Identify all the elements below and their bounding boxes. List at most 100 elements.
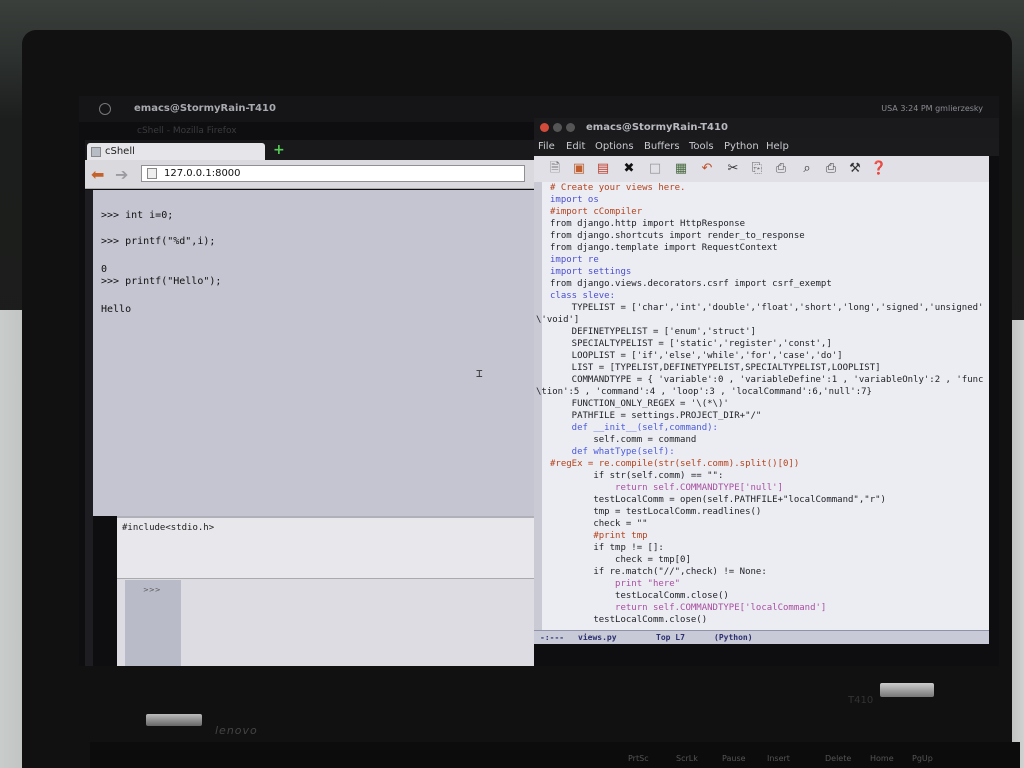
system-tray[interactable]: USA 3:24 PM gmlierzesky — [881, 104, 983, 113]
code-line: class sleve: — [550, 291, 616, 301]
code-line: import os — [550, 195, 599, 205]
code-line: import re — [550, 255, 599, 265]
hinge-right — [880, 683, 934, 697]
key-pause: Pause — [722, 754, 746, 763]
search-icon[interactable]: ⌕ — [798, 160, 816, 178]
code-line: #import cCompiler — [550, 207, 643, 217]
hinge-left — [146, 714, 202, 726]
help-icon[interactable]: ❓ — [870, 160, 888, 178]
code-line: print "here" — [550, 579, 681, 589]
open-dir-icon[interactable]: ▤ — [594, 160, 612, 178]
forward-arrow-icon[interactable]: ➔ — [115, 165, 128, 184]
key-pgup: PgUp — [912, 754, 933, 763]
preferences-icon[interactable]: ⚒ — [846, 160, 864, 178]
page-favicon-icon — [91, 147, 101, 157]
output-line: >>> printf("%d",i); — [101, 236, 216, 247]
minimize-window-icon[interactable] — [553, 123, 562, 132]
code-line: check = tmp[0] — [550, 555, 691, 565]
key-scrlk: ScrLk — [676, 754, 698, 763]
system-menu-icon[interactable] — [99, 103, 111, 115]
code-line: testLocalComm.close() — [550, 615, 708, 625]
code-line: \tion':5 , 'command':4 , 'loop':3 , 'loc… — [536, 387, 872, 397]
undo-icon[interactable]: ↶ — [698, 160, 716, 178]
tab-cshell[interactable]: cShell — [87, 143, 265, 160]
modeline-position: Top L7 — [656, 633, 685, 642]
key-prtsc: PrtSc — [628, 754, 649, 763]
emacs-window: emacs@StormyRain-T410 File Edit Options … — [534, 118, 999, 666]
tab-label: cShell — [105, 146, 135, 157]
scrollbar[interactable] — [534, 182, 542, 630]
code-line: check = "" — [550, 519, 648, 529]
key-insert: Insert — [767, 754, 790, 763]
menu-buffers[interactable]: Buffers — [644, 141, 680, 152]
modeline-buffer[interactable]: views.py — [578, 633, 617, 642]
back-arrow-icon[interactable]: ⬅ — [91, 165, 104, 184]
code-line: return self.COMMANDTYPE['null'] — [550, 483, 783, 493]
shell-output-area: >>> int i=0; >>> printf("%d",i); 0 >>> p… — [93, 190, 534, 516]
code-line: testLocalComm = open(self.PATHFILE+"loca… — [550, 495, 886, 505]
code-line: DEFINETYPELIST = ['enum','struct'] — [550, 327, 756, 337]
code-line: import settings — [550, 267, 632, 277]
new-file-icon[interactable]: 🗎 — [546, 160, 564, 178]
code-line: from django.template import RequestConte… — [550, 243, 778, 253]
save-icon[interactable]: □ — [646, 160, 664, 178]
menu-edit[interactable]: Edit — [566, 141, 585, 152]
code-line: SPECIALTYPELIST = ['static','register','… — [550, 339, 832, 349]
close-icon[interactable]: ✖ — [620, 160, 638, 178]
modeline-mode[interactable]: (Python) — [714, 633, 753, 642]
code-line: PATHFILE = settings.PROJECT_DIR+"/" — [550, 411, 762, 421]
page-icon — [147, 168, 157, 179]
code-line: if tmp != []: — [550, 543, 664, 553]
paste-icon[interactable]: ⎙ — [772, 160, 790, 178]
address-bar[interactable]: 127.0.0.1:8000 — [141, 165, 525, 182]
code-line: from django.views.decorators.csrf import… — [550, 279, 832, 289]
key-delete: Delete — [825, 754, 852, 763]
output-line: >>> int i=0; — [101, 210, 174, 221]
code-line: tmp = testLocalComm.readlines() — [550, 507, 762, 517]
text-cursor-icon: ⌶ — [476, 367, 483, 380]
key-home: Home — [870, 754, 894, 763]
code-editor-input[interactable]: #include<stdio.h> — [117, 516, 534, 578]
copy-icon[interactable]: ⎘ — [748, 160, 766, 178]
emacs-title-bar: emacs@StormyRain-T410 — [534, 118, 999, 138]
output-line: 0 — [101, 264, 108, 275]
emacs-mode-line: -:--- views.py Top L7 (Python) — [534, 630, 989, 645]
code-line: \'void'] — [536, 315, 580, 325]
close-window-icon[interactable] — [540, 123, 549, 132]
background-window-title: cShell - Mozilla Firefox — [137, 126, 237, 136]
code-line: #regEx = re.compile(str(self.comm).split… — [550, 459, 800, 469]
menu-tools[interactable]: Tools — [689, 141, 714, 152]
console-prompt: >>> — [125, 580, 181, 666]
open-folder-icon[interactable]: ▣ — [570, 160, 588, 178]
emacs-menu-bar: File Edit Options Buffers Tools Python H… — [534, 138, 999, 156]
active-window-title: emacs@StormyRain-T410 — [134, 103, 276, 114]
minibuffer[interactable] — [534, 644, 989, 666]
output-line: Hello — [101, 304, 132, 315]
code-line: #print tmp — [550, 531, 648, 541]
laptop-screen: emacs@StormyRain-T410 USA 3:24 PM gmlier… — [79, 96, 999, 666]
code-buffer[interactable]: # Create your views here. import os #imp… — [534, 182, 989, 630]
menu-help[interactable]: Help — [766, 141, 789, 152]
brand-logo: lenovo — [215, 724, 258, 737]
menu-python[interactable]: Python — [724, 141, 759, 152]
new-tab-icon[interactable]: + — [273, 142, 285, 158]
browser-window: cShell + ⬅ ➔ 127.0.0.1:8000 >>> int i=0;… — [85, 140, 534, 666]
menu-options[interactable]: Options — [595, 141, 634, 152]
menu-file[interactable]: File — [538, 141, 555, 152]
code-line: COMMANDTYPE = { 'variable':0 , 'variable… — [550, 375, 984, 385]
cut-icon[interactable]: ✂ — [724, 160, 742, 178]
save-as-icon[interactable]: ▦ — [672, 160, 690, 178]
code-line: self.comm = command — [550, 435, 697, 445]
code-line: if str(self.comm) == "": — [550, 471, 724, 481]
code-line: FUNCTION_ONLY_REGEX = '\(*\)' — [550, 399, 729, 409]
code-line: testLocalComm.close() — [550, 591, 729, 601]
modeline-state: -:--- — [540, 633, 565, 642]
tab-strip: cShell + — [85, 140, 534, 160]
url-text: 127.0.0.1:8000 — [164, 168, 241, 179]
print-icon[interactable]: ⎙ — [822, 160, 840, 178]
maximize-window-icon[interactable] — [566, 123, 575, 132]
code-line: TYPELIST = ['char','int','double','float… — [550, 303, 984, 313]
code-line: def __init__(self,command): — [550, 423, 718, 433]
code-line: def whatType(self): — [550, 447, 675, 457]
code-line: return self.COMMANDTYPE['localCommand'] — [550, 603, 827, 613]
